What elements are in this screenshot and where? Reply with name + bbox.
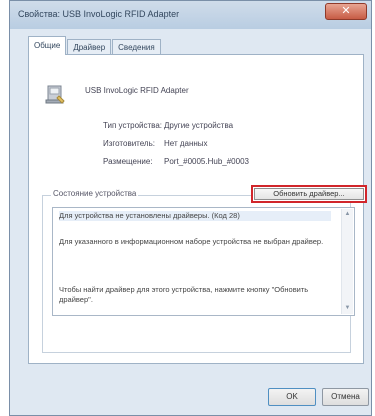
status-error-line: Для устройства не установлены драйверы. … xyxy=(59,211,331,221)
device-status-textbox[interactable]: Для устройства не установлены драйверы. … xyxy=(52,207,355,316)
title-bar[interactable]: Свойства: USB InvoLogic RFID Adapter ✕ xyxy=(10,1,371,29)
tab-driver[interactable]: Драйвер xyxy=(67,39,112,55)
prop-label-manufacturer: Изготовитель: xyxy=(103,139,155,148)
ok-button[interactable]: OK xyxy=(268,388,316,406)
prop-label-location: Размещение: xyxy=(103,157,153,166)
status-hint-line: Чтобы найти драйвер для этого устройства… xyxy=(59,285,309,304)
device-status-group: Состояние устройства Для устройства не у… xyxy=(42,189,355,353)
tab-strip: Общие Драйвер Сведения xyxy=(28,36,162,55)
device-status-label: Состояние устройства xyxy=(51,189,139,198)
device-name: USB InvoLogic RFID Adapter xyxy=(85,86,189,95)
update-driver-label: Обновить драйвер... xyxy=(254,188,364,200)
general-tab-panel: USB InvoLogic RFID Adapter Тип устройств… xyxy=(28,54,367,364)
close-button[interactable]: ✕ xyxy=(325,3,367,20)
status-scrollbar[interactable]: ▲ ▼ xyxy=(341,209,353,314)
scroll-down-icon[interactable]: ▼ xyxy=(342,303,353,314)
usb-device-icon xyxy=(45,85,65,104)
status-detail-line: Для указанного в информационном наборе у… xyxy=(59,237,324,246)
prop-value-manufacturer: Нет данных xyxy=(164,139,208,148)
prop-label-type: Тип устройства: xyxy=(103,121,162,130)
scroll-up-icon[interactable]: ▲ xyxy=(342,209,353,220)
prop-value-type: Другие устройства xyxy=(164,121,234,130)
prop-value-location: Port_#0005.Hub_#0003 xyxy=(164,157,249,166)
update-driver-button[interactable]: Обновить драйвер... xyxy=(251,185,367,203)
tab-details[interactable]: Сведения xyxy=(112,39,161,55)
cancel-button[interactable]: Отмена xyxy=(322,388,369,406)
device-properties-window: Свойства: USB InvoLogic RFID Adapter ✕ О… xyxy=(9,0,372,416)
tab-general[interactable]: Общие xyxy=(28,36,67,55)
window-title: Свойства: USB InvoLogic RFID Adapter xyxy=(18,9,180,19)
